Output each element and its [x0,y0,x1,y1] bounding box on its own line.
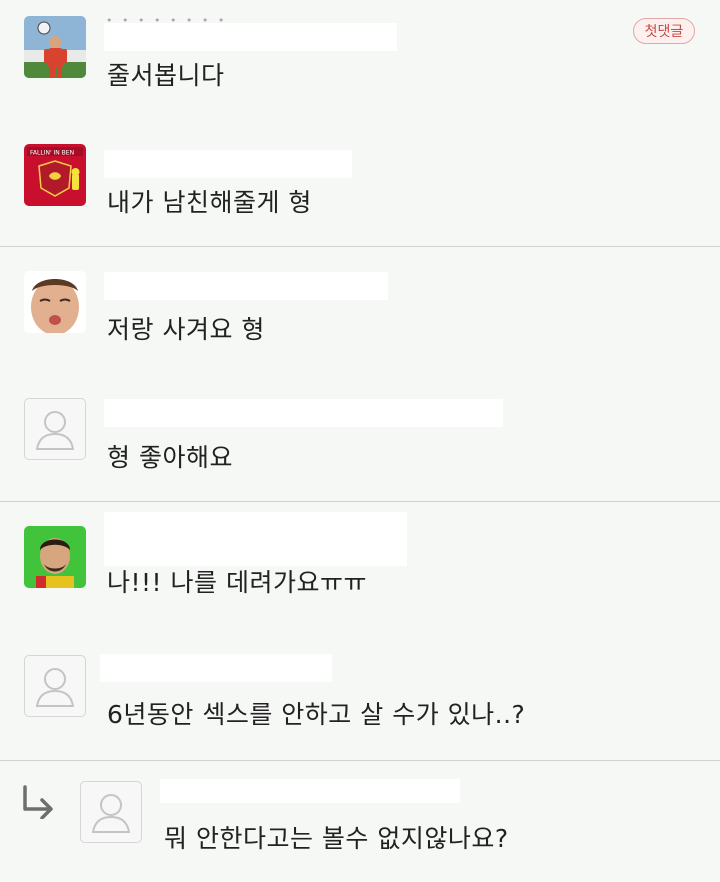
comment-item: FALLIN' IN BEN 내가 남친해줄게 형 [0,120,720,246]
comment-text: 줄서봅니다 [107,61,225,90]
comment-text: 6년동안 섹스를 안하고 살 수가 있나..? [107,700,526,729]
reply-arrow-icon [23,785,53,819]
comment-item: • • • • • • • • 첫댓글 줄서봅니다 [0,0,720,120]
comment-item: 나!!! 나를 데려가요ㅠㅠ [0,502,720,630]
comment-item: 저랑 사겨요 형 [0,247,720,373]
svg-text:FALLIN' IN BEN: FALLIN' IN BEN [30,150,74,157]
avatar[interactable] [24,398,86,460]
kissing-face-avatar-image [24,271,86,333]
liverpool-crest-avatar-image: FALLIN' IN BEN [24,144,86,206]
reply-text: 뭐 안한다고는 볼수 없지않나요? [164,824,509,853]
first-comment-badge: 첫댓글 [633,18,695,44]
avatar[interactable] [24,271,86,333]
default-user-icon [35,411,75,450]
avatar[interactable] [24,16,86,78]
default-user-icon [91,794,131,833]
soccer-player-avatar-image [24,16,86,78]
comment-text: 내가 남친해줄게 형 [107,188,312,217]
redacted-author [104,399,503,427]
comment-text: 저랑 사겨요 형 [107,315,265,344]
redacted-author [104,272,388,300]
redacted-author [160,779,460,803]
comment-text: 형 좋아해요 [107,443,233,472]
redacted-author [104,23,397,51]
comment-item: • • 형 좋아해요 [0,373,720,501]
redacted-author [104,150,352,178]
redacted-author [104,512,407,566]
avatar[interactable] [24,526,86,588]
avatar[interactable] [80,781,142,843]
comment-item: 6년동안 섹스를 안하고 살 수가 있나..? [0,630,720,760]
comment-text: 나!!! 나를 데려가요ㅠㅠ [107,568,367,597]
default-user-icon [35,668,75,707]
redacted-author [100,654,332,682]
man-on-green-avatar-image [24,526,86,588]
avatar[interactable] [24,655,86,717]
avatar[interactable]: FALLIN' IN BEN [24,144,86,206]
